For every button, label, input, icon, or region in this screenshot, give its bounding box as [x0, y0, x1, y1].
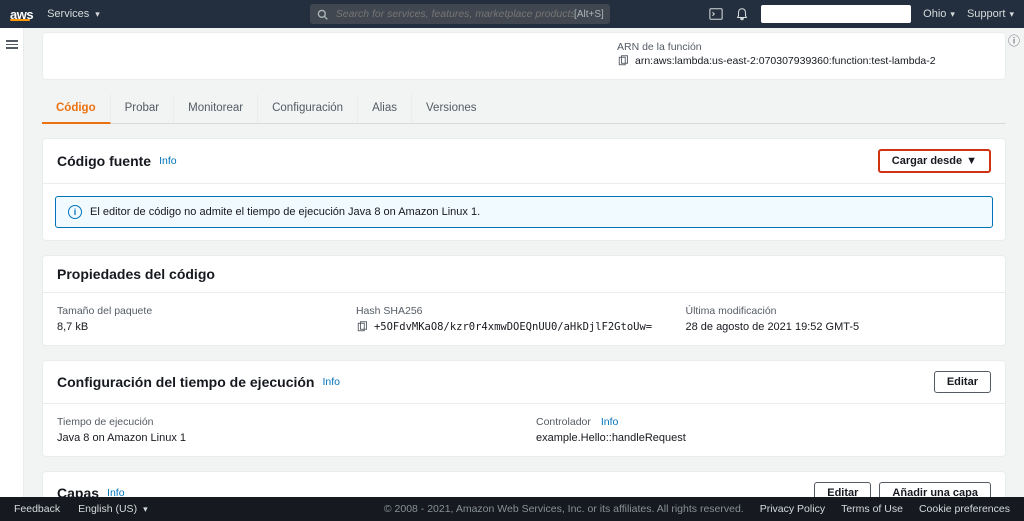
- feedback-link[interactable]: Feedback: [14, 503, 60, 515]
- package-size-value: 8,7 kB: [57, 321, 332, 333]
- runtime-settings-title: Configuración del tiempo de ejecución: [57, 374, 314, 390]
- tab-aliases[interactable]: Alias: [358, 94, 412, 123]
- code-properties-panel: Propiedades del código Tamaño del paquet…: [42, 255, 1006, 346]
- upload-from-button[interactable]: Cargar desde ▼: [878, 149, 991, 173]
- arn-value: arn:aws:lambda:us-east-2:070307939360:fu…: [635, 55, 936, 67]
- edit-runtime-button[interactable]: Editar: [934, 371, 991, 393]
- layers-title: Capas: [57, 485, 99, 497]
- handler-label: Controlador: [536, 416, 591, 428]
- runtime-info-link[interactable]: Info: [322, 376, 340, 388]
- tab-versions[interactable]: Versiones: [412, 94, 491, 123]
- runtime-value: Java 8 on Amazon Linux 1: [57, 432, 512, 444]
- hash-label: Hash SHA256: [356, 305, 662, 317]
- console-footer: Feedback English (US) © 2008 - 2021, Ama…: [0, 497, 1024, 521]
- tab-monitor[interactable]: Monitorear: [174, 94, 258, 123]
- top-nav-bar: aws Services [Alt+S] Ohio Support: [0, 0, 1024, 28]
- language-selector[interactable]: English (US): [78, 503, 147, 515]
- hamburger-icon: [6, 38, 18, 497]
- code-source-panel: Código fuente Info Cargar desde ▼ i El e…: [42, 138, 1006, 241]
- copyright-text: © 2008 - 2021, Amazon Web Services, Inc.…: [384, 503, 744, 515]
- aws-logo[interactable]: aws: [10, 7, 33, 21]
- global-search[interactable]: [Alt+S]: [310, 4, 610, 24]
- notifications-icon[interactable]: [735, 7, 749, 21]
- code-source-info-link[interactable]: Info: [159, 155, 177, 167]
- editor-unsupported-alert: i El editor de código no admite el tiemp…: [55, 196, 993, 228]
- handler-value: example.Hello::handleRequest: [536, 432, 991, 444]
- runtime-label: Tiempo de ejecución: [57, 416, 512, 428]
- search-icon: [316, 7, 330, 21]
- hash-value: +5OFdvMKaO8/kzr0r4xmwDOEQnUU0/aHkDjlF2Gt…: [374, 321, 652, 333]
- terms-link[interactable]: Terms of Use: [841, 503, 903, 515]
- upload-from-label: Cargar desde: [892, 155, 962, 167]
- region-label: Ohio: [923, 8, 946, 20]
- copy-arn-icon[interactable]: [617, 55, 629, 67]
- cookie-prefs-link[interactable]: Cookie preferences: [919, 503, 1010, 515]
- language-label: English (US): [78, 503, 137, 515]
- region-selector[interactable]: Ohio: [923, 8, 955, 20]
- last-modified-value: 28 de agosto de 2021 19:52 GMT-5: [685, 321, 991, 333]
- function-overview-card: ARN de la función arn:aws:lambda:us-east…: [42, 32, 1006, 80]
- support-label: Support: [967, 8, 1006, 20]
- add-layer-button[interactable]: Añadir una capa: [879, 482, 991, 497]
- tab-code[interactable]: Código: [42, 94, 111, 124]
- aws-logo-text: aws: [10, 7, 33, 22]
- search-shortcut: [Alt+S]: [574, 9, 604, 20]
- layers-info-link[interactable]: Info: [107, 487, 125, 497]
- account-placeholder[interactable]: [761, 5, 911, 23]
- search-input[interactable]: [336, 8, 574, 20]
- layers-panel: Capas Info Editar Añadir una capa Orden …: [42, 471, 1006, 497]
- privacy-link[interactable]: Privacy Policy: [760, 503, 825, 515]
- edit-layers-button[interactable]: Editar: [814, 482, 871, 497]
- arn-label: ARN de la función: [617, 41, 991, 53]
- last-modified-label: Última modificación: [685, 305, 991, 317]
- caret-down-icon: ▼: [966, 155, 977, 167]
- runtime-settings-panel: Configuración del tiempo de ejecución In…: [42, 360, 1006, 457]
- info-icon: i: [68, 205, 82, 219]
- handler-info-link[interactable]: Info: [601, 416, 619, 428]
- tab-configuration[interactable]: Configuración: [258, 94, 358, 123]
- package-size-label: Tamaño del paquete: [57, 305, 332, 317]
- function-tabs: Código Probar Monitorear Configuración A…: [42, 94, 1006, 124]
- support-menu[interactable]: Support: [967, 8, 1014, 20]
- alert-text: El editor de código no admite el tiempo …: [90, 206, 480, 218]
- help-panel-toggle[interactable]: ⓘ: [1008, 32, 1020, 49]
- cloudshell-icon[interactable]: [709, 7, 723, 21]
- code-source-title: Código fuente: [57, 153, 151, 169]
- services-label: Services: [47, 8, 89, 20]
- tab-test[interactable]: Probar: [111, 94, 175, 123]
- services-dropdown[interactable]: Services: [47, 8, 100, 20]
- code-properties-title: Propiedades del código: [57, 266, 215, 282]
- side-toggle[interactable]: [0, 28, 24, 497]
- copy-hash-icon[interactable]: [356, 321, 368, 333]
